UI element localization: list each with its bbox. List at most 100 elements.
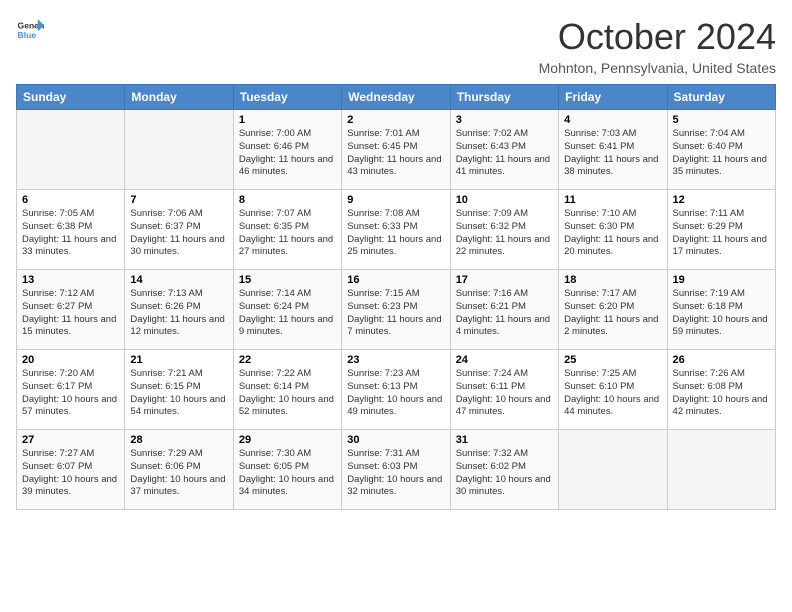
day-detail: Sunrise: 7:04 AMSunset: 6:40 PMDaylight:… xyxy=(673,128,770,179)
day-detail: Sunrise: 7:05 AMSunset: 6:38 PMDaylight:… xyxy=(22,208,119,259)
calendar-cell: 18 Sunrise: 7:17 AMSunset: 6:20 PMDayligh… xyxy=(559,270,667,350)
title-block: October 2024 Mohnton, Pennsylvania, Unit… xyxy=(539,16,776,76)
weekday-header-monday: Monday xyxy=(125,85,233,110)
calendar-cell xyxy=(125,110,233,190)
day-detail: Sunrise: 7:27 AMSunset: 6:07 PMDaylight:… xyxy=(22,448,119,499)
calendar-cell: 16 Sunrise: 7:15 AMSunset: 6:23 PMDayligh… xyxy=(342,270,450,350)
calendar-cell: 12 Sunrise: 7:11 AMSunset: 6:29 PMDayligh… xyxy=(667,190,775,270)
day-detail: Sunrise: 7:21 AMSunset: 6:15 PMDaylight:… xyxy=(130,368,227,419)
logo-icon: General Blue xyxy=(16,16,44,44)
day-number: 19 xyxy=(673,274,770,286)
calendar-cell: 27Sunrise: 7:27 AMSunset: 6:07 PMDayligh… xyxy=(17,430,125,510)
day-detail: Sunrise: 7:23 AMSunset: 6:13 PMDaylight:… xyxy=(347,368,444,419)
calendar-week-3: 13Sunrise: 7:12 AMSunset: 6:27 PMDayligh… xyxy=(17,270,776,350)
day-number: 20 xyxy=(22,354,119,366)
day-number: 1 xyxy=(239,114,336,126)
day-detail: Sunrise: 7:01 AMSunset: 6:45 PMDaylight:… xyxy=(347,128,444,179)
calendar-cell: 1Sunrise: 7:00 AMSunset: 6:46 PMDaylight… xyxy=(233,110,341,190)
day-detail: Sunrise: 7:11 AMSunset: 6:29 PMDaylight:… xyxy=(673,208,770,259)
calendar-cell: 31Sunrise: 7:32 AMSunset: 6:02 PMDayligh… xyxy=(450,430,558,510)
weekday-header-thursday: Thursday xyxy=(450,85,558,110)
day-number: 18 xyxy=(564,274,661,286)
day-number: 6 xyxy=(22,194,119,206)
day-detail: Sunrise: 7:24 AMSunset: 6:11 PMDaylight:… xyxy=(456,368,553,419)
weekday-header-row: SundayMondayTuesdayWednesdayThursdayFrid… xyxy=(17,85,776,110)
day-number: 8 xyxy=(239,194,336,206)
day-number: 17 xyxy=(456,274,553,286)
day-number: 24 xyxy=(456,354,553,366)
day-detail: Sunrise: 7:06 AMSunset: 6:37 PMDaylight:… xyxy=(130,208,227,259)
calendar-cell: 11Sunrise: 7:10 AMSunset: 6:30 PMDayligh… xyxy=(559,190,667,270)
day-detail: Sunrise: 7:19 AMSunset: 6:18 PMDaylight:… xyxy=(673,288,770,339)
calendar-cell: 4 Sunrise: 7:03 AMSunset: 6:41 PMDaylight… xyxy=(559,110,667,190)
calendar-cell: 21 Sunrise: 7:21 AMSunset: 6:15 PMDayligh… xyxy=(125,350,233,430)
calendar-week-2: 6 Sunrise: 7:05 AMSunset: 6:38 PMDaylight… xyxy=(17,190,776,270)
day-detail: Sunrise: 7:31 AMSunset: 6:03 PMDaylight:… xyxy=(347,448,444,499)
day-number: 9 xyxy=(347,194,444,206)
calendar-cell: 19 Sunrise: 7:19 AMSunset: 6:18 PMDayligh… xyxy=(667,270,775,350)
calendar-cell: 2 Sunrise: 7:01 AMSunset: 6:45 PMDaylight… xyxy=(342,110,450,190)
day-detail: Sunrise: 7:26 AMSunset: 6:08 PMDaylight:… xyxy=(673,368,770,419)
weekday-header-wednesday: Wednesday xyxy=(342,85,450,110)
calendar-cell: 3 Sunrise: 7:02 AMSunset: 6:43 PMDaylight… xyxy=(450,110,558,190)
calendar-cell: 15Sunrise: 7:14 AMSunset: 6:24 PMDayligh… xyxy=(233,270,341,350)
calendar-week-4: 20Sunrise: 7:20 AMSunset: 6:17 PMDayligh… xyxy=(17,350,776,430)
calendar-cell: 10Sunrise: 7:09 AMSunset: 6:32 PMDayligh… xyxy=(450,190,558,270)
calendar-cell: 29 Sunrise: 7:30 AMSunset: 6:05 PMDayligh… xyxy=(233,430,341,510)
day-number: 3 xyxy=(456,114,553,126)
day-number: 15 xyxy=(239,274,336,286)
day-number: 31 xyxy=(456,434,553,446)
svg-text:Blue: Blue xyxy=(18,30,37,40)
calendar-cell: 30 Sunrise: 7:31 AMSunset: 6:03 PMDayligh… xyxy=(342,430,450,510)
day-number: 25 xyxy=(564,354,661,366)
day-number: 16 xyxy=(347,274,444,286)
calendar-cell: 20Sunrise: 7:20 AMSunset: 6:17 PMDayligh… xyxy=(17,350,125,430)
day-detail: Sunrise: 7:12 AMSunset: 6:27 PMDaylight:… xyxy=(22,288,119,339)
calendar-cell: 6 Sunrise: 7:05 AMSunset: 6:38 PMDaylight… xyxy=(17,190,125,270)
day-detail: Sunrise: 7:22 AMSunset: 6:14 PMDaylight:… xyxy=(239,368,336,419)
day-detail: Sunrise: 7:02 AMSunset: 6:43 PMDaylight:… xyxy=(456,128,553,179)
calendar-cell: 13Sunrise: 7:12 AMSunset: 6:27 PMDayligh… xyxy=(17,270,125,350)
calendar-table: SundayMondayTuesdayWednesdayThursdayFrid… xyxy=(16,84,776,510)
calendar-cell: 14 Sunrise: 7:13 AMSunset: 6:26 PMDayligh… xyxy=(125,270,233,350)
day-number: 26 xyxy=(673,354,770,366)
calendar-cell: 26 Sunrise: 7:26 AMSunset: 6:08 PMDayligh… xyxy=(667,350,775,430)
calendar-cell: 9 Sunrise: 7:08 AMSunset: 6:33 PMDaylight… xyxy=(342,190,450,270)
day-detail: Sunrise: 7:29 AMSunset: 6:06 PMDaylight:… xyxy=(130,448,227,499)
day-number: 2 xyxy=(347,114,444,126)
day-detail: Sunrise: 7:15 AMSunset: 6:23 PMDaylight:… xyxy=(347,288,444,339)
calendar-cell: 24 Sunrise: 7:24 AMSunset: 6:11 PMDayligh… xyxy=(450,350,558,430)
day-detail: Sunrise: 7:25 AMSunset: 6:10 PMDaylight:… xyxy=(564,368,661,419)
day-detail: Sunrise: 7:03 AMSunset: 6:41 PMDaylight:… xyxy=(564,128,661,179)
day-number: 21 xyxy=(130,354,227,366)
day-number: 10 xyxy=(456,194,553,206)
day-detail: Sunrise: 7:17 AMSunset: 6:20 PMDaylight:… xyxy=(564,288,661,339)
calendar-cell: 7 Sunrise: 7:06 AMSunset: 6:37 PMDaylight… xyxy=(125,190,233,270)
weekday-header-friday: Friday xyxy=(559,85,667,110)
page-header: General Blue October 2024 Mohnton, Penns… xyxy=(16,16,776,76)
calendar-cell: 23Sunrise: 7:23 AMSunset: 6:13 PMDayligh… xyxy=(342,350,450,430)
day-number: 7 xyxy=(130,194,227,206)
calendar-cell: 22 Sunrise: 7:22 AMSunset: 6:14 PMDayligh… xyxy=(233,350,341,430)
day-number: 30 xyxy=(347,434,444,446)
day-number: 11 xyxy=(564,194,661,206)
day-number: 29 xyxy=(239,434,336,446)
day-number: 4 xyxy=(564,114,661,126)
day-detail: Sunrise: 7:07 AMSunset: 6:35 PMDaylight:… xyxy=(239,208,336,259)
day-number: 14 xyxy=(130,274,227,286)
day-detail: Sunrise: 7:30 AMSunset: 6:05 PMDaylight:… xyxy=(239,448,336,499)
weekday-header-saturday: Saturday xyxy=(667,85,775,110)
day-detail: Sunrise: 7:08 AMSunset: 6:33 PMDaylight:… xyxy=(347,208,444,259)
calendar-cell: 25 Sunrise: 7:25 AMSunset: 6:10 PMDayligh… xyxy=(559,350,667,430)
calendar-week-5: 27Sunrise: 7:27 AMSunset: 6:07 PMDayligh… xyxy=(17,430,776,510)
day-number: 22 xyxy=(239,354,336,366)
day-number: 5 xyxy=(673,114,770,126)
calendar-cell: 17Sunrise: 7:16 AMSunset: 6:21 PMDayligh… xyxy=(450,270,558,350)
weekday-header-sunday: Sunday xyxy=(17,85,125,110)
calendar-cell xyxy=(667,430,775,510)
day-detail: Sunrise: 7:13 AMSunset: 6:26 PMDaylight:… xyxy=(130,288,227,339)
day-number: 12 xyxy=(673,194,770,206)
day-number: 28 xyxy=(130,434,227,446)
month-title: October 2024 xyxy=(539,16,776,58)
calendar-week-1: 1Sunrise: 7:00 AMSunset: 6:46 PMDaylight… xyxy=(17,110,776,190)
